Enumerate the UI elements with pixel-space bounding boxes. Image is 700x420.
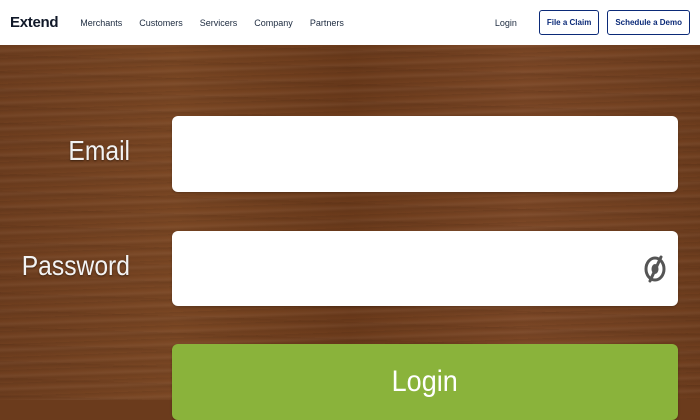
header-actions: Login File a Claim Schedule a Demo <box>495 10 690 35</box>
file-claim-button[interactable]: File a Claim <box>538 10 600 35</box>
password-label: Password <box>21 250 130 281</box>
login-panel: Email Password Login <box>0 45 700 420</box>
nav-customers[interactable]: Customers <box>139 18 183 28</box>
eye-slash-icon[interactable] <box>642 254 668 284</box>
nav-partners[interactable]: Partners <box>310 18 344 28</box>
email-field[interactable] <box>172 116 678 192</box>
email-label: Email <box>68 135 130 166</box>
login-button-label: Login <box>391 365 459 398</box>
nav-merchants[interactable]: Merchants <box>80 18 122 28</box>
password-field-container <box>172 231 678 306</box>
login-button[interactable]: Login <box>172 344 678 420</box>
extend-logo[interactable]: Extend <box>10 14 59 31</box>
nav-servicers[interactable]: Servicers <box>200 18 238 28</box>
password-field[interactable] <box>172 231 678 306</box>
primary-nav: Merchants Customers Servicers Company Pa… <box>80 18 344 28</box>
schedule-demo-button[interactable]: Schedule a Demo <box>607 10 690 35</box>
top-nav-bar: Extend Merchants Customers Servicers Com… <box>0 0 700 45</box>
nav-company[interactable]: Company <box>254 18 293 28</box>
email-field-container <box>172 116 678 192</box>
header-login-link[interactable]: Login <box>495 18 517 28</box>
